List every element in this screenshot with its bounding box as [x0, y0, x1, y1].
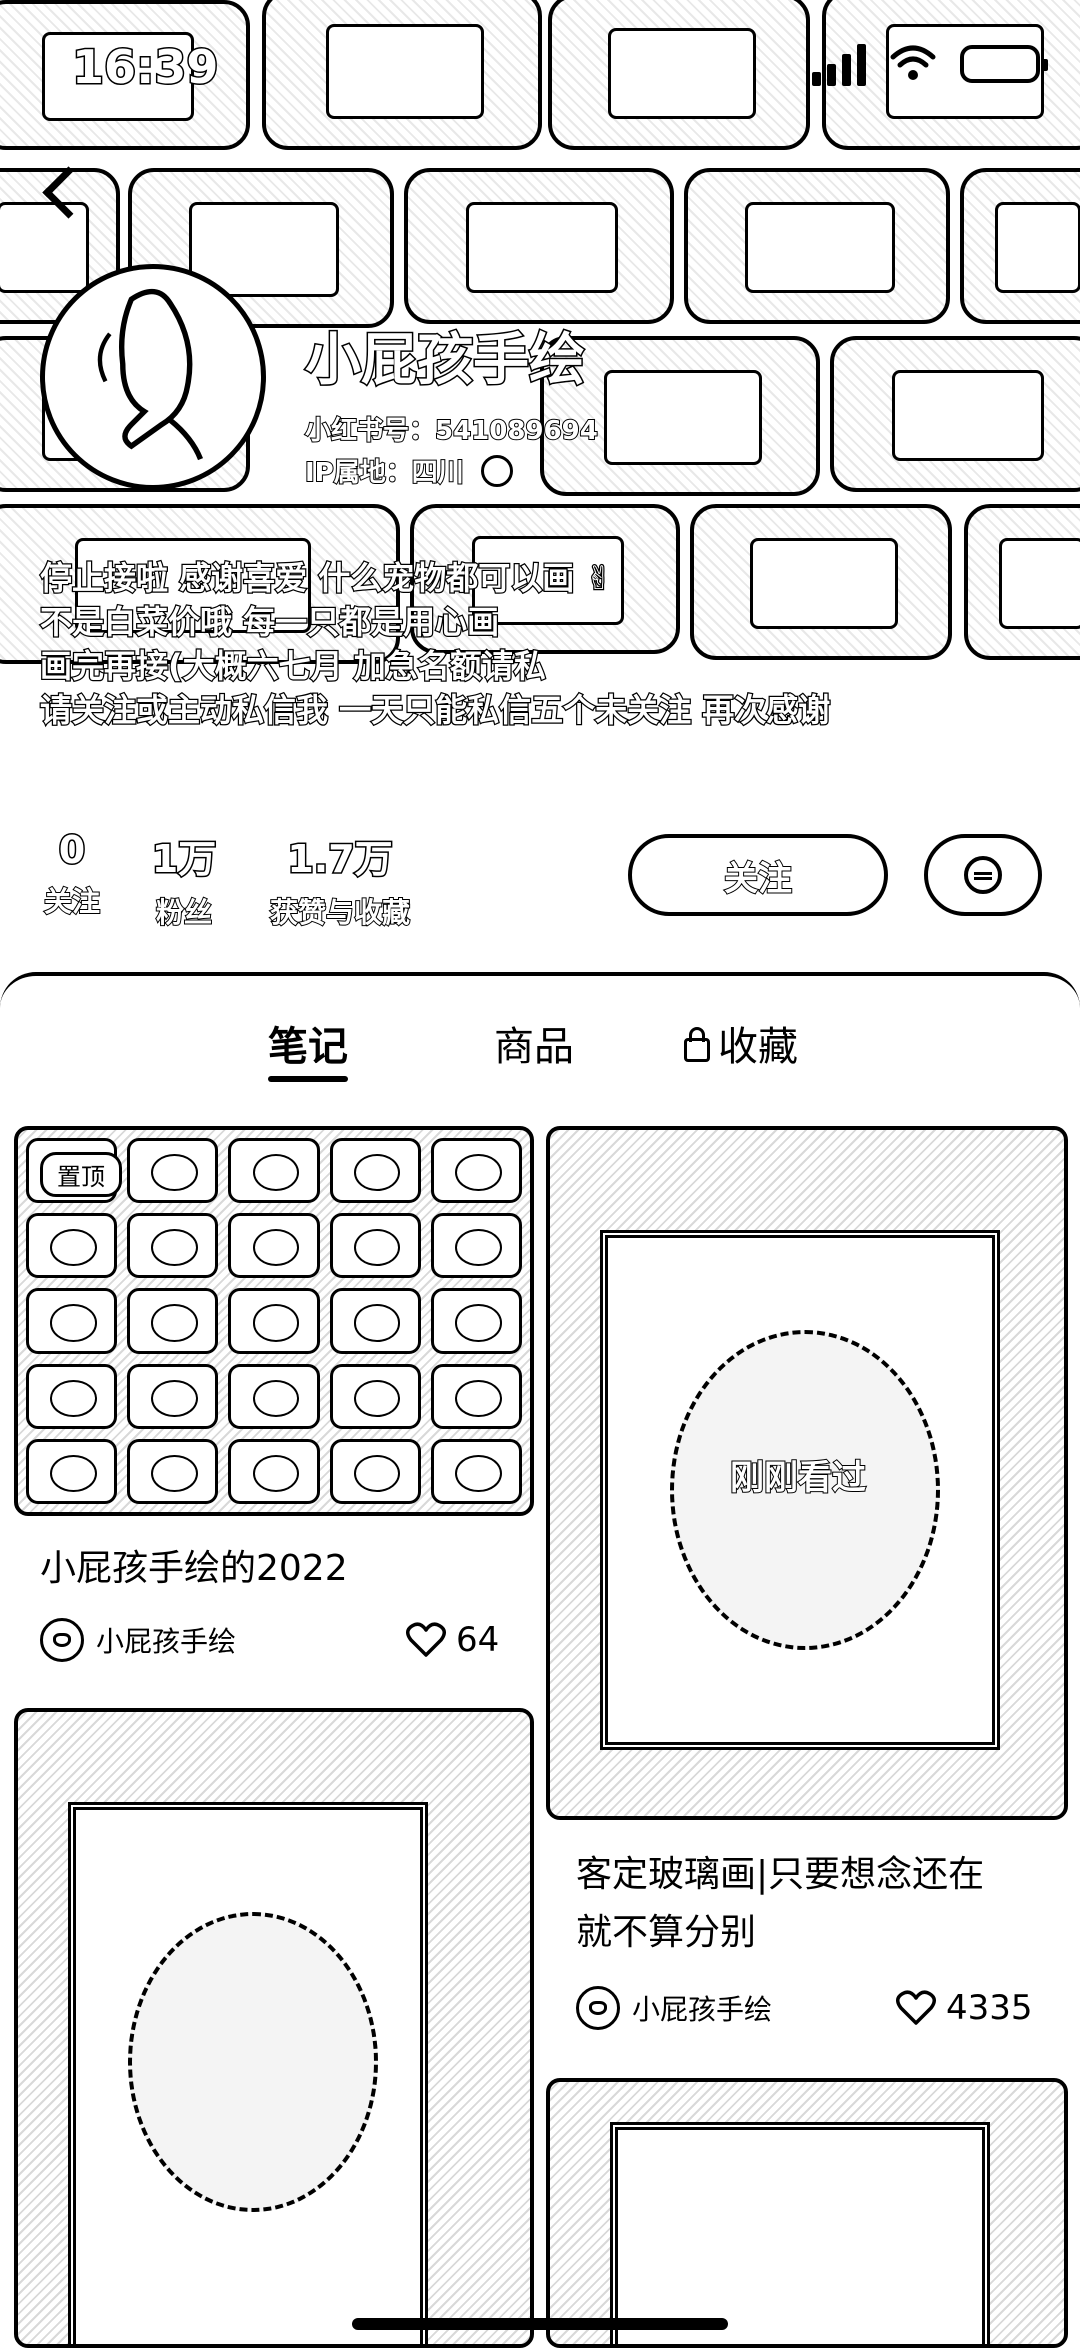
like-count: 4335	[946, 1988, 1033, 2028]
pinned-badge: 置顶	[40, 1152, 122, 1197]
wifi-icon	[890, 45, 936, 80]
bio-line: 请关注或主动私信我 一天只能私信五个未关注 再次感谢	[39, 690, 832, 731]
profile-tabs: 笔记 商品 收藏	[0, 1014, 1080, 1094]
background-photo-tile	[548, 0, 810, 150]
like-count: 64	[456, 1620, 500, 1660]
tab-collections[interactable]: 收藏	[684, 1014, 798, 1072]
stat-value: 1.7万	[286, 836, 394, 883]
note-title[interactable]: 客定玻璃画|只要想念还在 就不算分别	[576, 1846, 984, 1962]
profile-bio: 停止接啦 感谢喜爱 什么宠物都可以画 ✌ 不是白菜价哦 每一只都是用心画 画完再…	[39, 556, 1050, 732]
battery-icon	[960, 45, 1048, 83]
picture-frame	[610, 2122, 990, 2344]
note-likes[interactable]: 64	[406, 1620, 499, 1660]
chevron-left-icon	[41, 165, 95, 219]
stat-value: 0	[57, 827, 86, 874]
stat-label: 关注	[43, 884, 101, 919]
active-tab-indicator	[268, 1076, 348, 1082]
note-card-image[interactable]	[14, 1708, 534, 2348]
bio-line: 画完再接(大概六七月 加急名额请私	[39, 646, 547, 687]
lock-icon	[684, 1027, 710, 1062]
signal-icon	[812, 42, 866, 86]
chat-icon	[964, 856, 1002, 894]
back-button[interactable]	[36, 160, 100, 224]
note-title-line: 客定玻璃画|只要想念还在	[576, 1854, 985, 1895]
stat-value: 1万	[150, 836, 217, 883]
stat-label: 获赞与收藏	[269, 895, 411, 930]
note-title-line: 就不算分别	[576, 1912, 757, 1953]
avatar-drawing	[97, 288, 204, 461]
background-photo-tile	[960, 168, 1080, 324]
avatar[interactable]	[40, 264, 266, 490]
dog-portrait	[128, 1912, 378, 2212]
home-indicator[interactable]	[352, 2318, 728, 2330]
stat-followers[interactable]: 1万 粉丝	[144, 828, 224, 931]
background-photo-tile	[684, 168, 950, 324]
author-name: 小屁孩手绘	[632, 1993, 773, 2026]
info-icon[interactable]	[480, 454, 513, 487]
bio-line: 停止接啦 感谢喜爱 什么宠物都可以画 ✌	[39, 558, 614, 599]
note-title[interactable]: 小屁孩手绘的2022	[40, 1540, 348, 1598]
note-card-image[interactable]: 刚刚看过	[546, 1126, 1068, 1820]
note-likes[interactable]: 4335	[896, 1988, 1033, 2028]
red-id: 小红书号：541089694	[304, 415, 599, 447]
status-icons	[812, 42, 1048, 86]
status-time: 16:39	[70, 39, 219, 96]
note-card-image[interactable]: 置顶	[14, 1126, 534, 1516]
message-button[interactable]	[924, 834, 1042, 916]
background-photo-tile	[262, 0, 542, 150]
note-author[interactable]: 小屁孩手绘	[576, 1986, 772, 2030]
stat-label: 粉丝	[155, 895, 213, 930]
tab-notes[interactable]: 笔记	[268, 1014, 348, 1072]
follow-button[interactable]: 关注	[628, 834, 888, 916]
heart-icon	[406, 1622, 446, 1657]
profile-nickname: 小屁孩手绘	[304, 327, 587, 395]
author-avatar	[40, 1618, 84, 1662]
background-photo-tile	[404, 168, 674, 324]
author-avatar	[576, 1986, 620, 2030]
bio-line: 不是白菜价哦 每一只都是用心画	[39, 602, 501, 643]
ip-location-row: IP属地：四川	[304, 452, 513, 490]
profile-header: 16:39 小屁孩手绘 小红书号：541089694 IP属地：四川 停止接啦 …	[0, 0, 1080, 990]
tab-collections-label: 收藏	[718, 1024, 798, 1070]
note-author[interactable]: 小屁孩手绘	[40, 1618, 236, 1662]
background-photo-tile	[830, 336, 1080, 492]
ip-location: IP属地：四川	[304, 457, 465, 489]
tab-products[interactable]: 商品	[494, 1014, 574, 1072]
stat-following[interactable]: 0 关注	[36, 827, 108, 920]
heart-icon	[896, 1990, 936, 2025]
note-card-image[interactable]	[546, 2078, 1068, 2348]
recently-viewed-badge: 刚刚看过	[729, 1457, 867, 1499]
stat-likes-collects[interactable]: 1.7万 获赞与收藏	[260, 828, 420, 931]
author-name: 小屁孩手绘	[96, 1625, 237, 1658]
